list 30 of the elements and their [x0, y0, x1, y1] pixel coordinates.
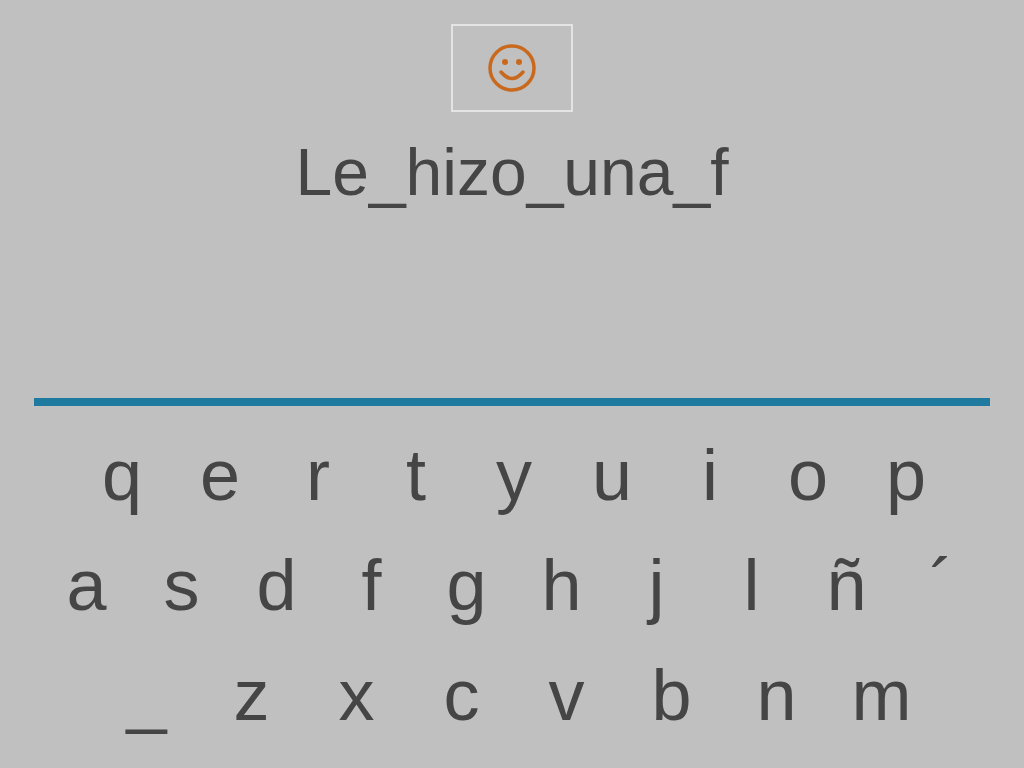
letter-key[interactable]: ´: [894, 540, 989, 630]
letter-key[interactable]: x: [304, 650, 409, 740]
letter-key[interactable]: b: [619, 650, 724, 740]
letter-key[interactable]: r: [269, 430, 367, 520]
phrase-text: Le_hizo_una_f: [295, 134, 729, 210]
letter-key[interactable]: c: [409, 650, 514, 740]
letter-key[interactable]: ñ: [799, 540, 894, 630]
letter-key[interactable]: v: [514, 650, 619, 740]
letter-key[interactable]: m: [829, 650, 934, 740]
letter-key[interactable]: i: [661, 430, 759, 520]
letter-key[interactable]: s: [134, 540, 229, 630]
letter-key[interactable]: z: [199, 650, 304, 740]
letter-key[interactable]: f: [324, 540, 419, 630]
letter-key[interactable]: l: [704, 540, 799, 630]
letter-key[interactable]: p: [857, 430, 955, 520]
letter-key[interactable]: a: [39, 540, 134, 630]
letter-key[interactable]: h: [514, 540, 609, 630]
letter-key[interactable]: o: [759, 430, 857, 520]
letter-key[interactable]: j: [609, 540, 704, 630]
hint-button[interactable]: [451, 24, 573, 112]
letter-key[interactable]: n: [724, 650, 829, 740]
letter-key[interactable]: t: [367, 430, 465, 520]
letter-key[interactable]: d: [229, 540, 324, 630]
letter-key[interactable]: y: [465, 430, 563, 520]
letter-key[interactable]: u: [563, 430, 661, 520]
letter-key[interactable]: e: [171, 430, 269, 520]
smiley-icon: [487, 43, 537, 93]
letter-key[interactable]: g: [419, 540, 514, 630]
letter-key[interactable]: _: [94, 650, 199, 740]
letter-key[interactable]: q: [73, 430, 171, 520]
